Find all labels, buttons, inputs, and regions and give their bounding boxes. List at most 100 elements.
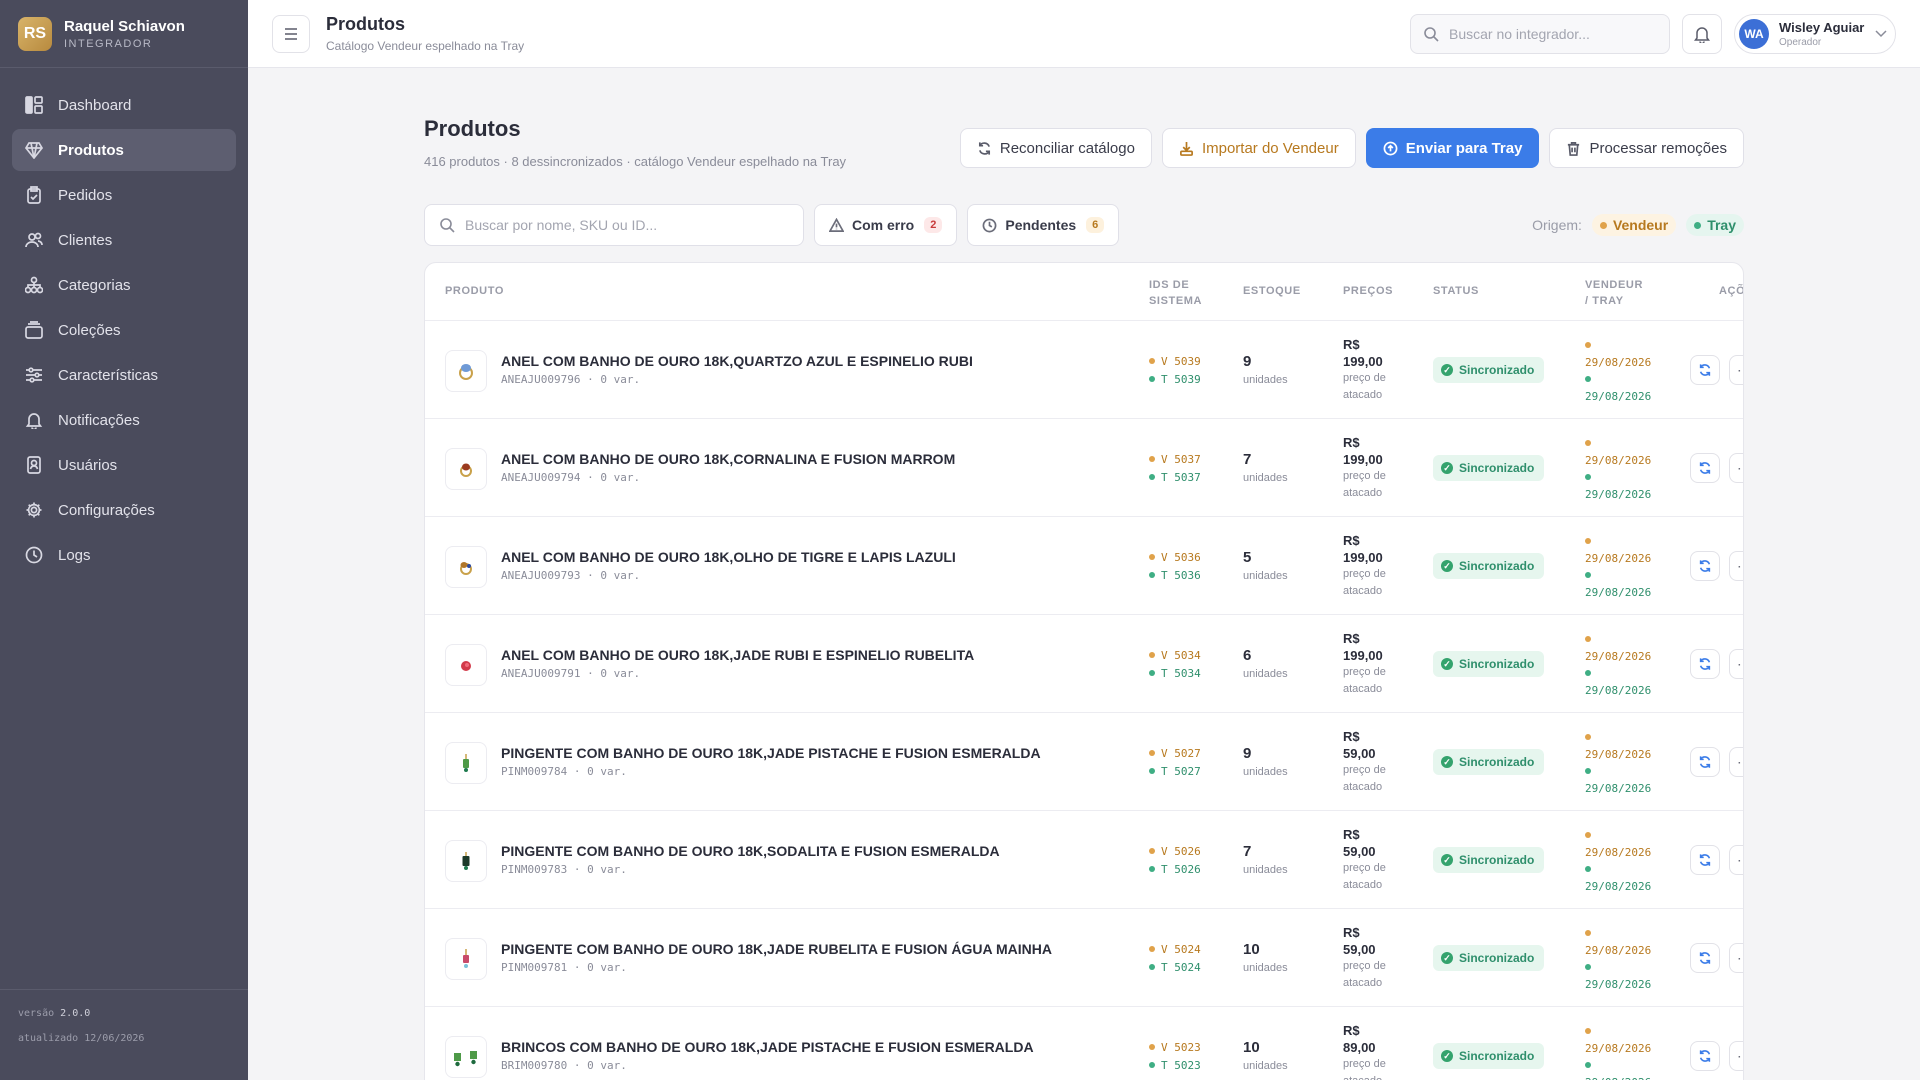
- earrings-green-icon: [454, 1051, 477, 1067]
- global-search-input[interactable]: [1449, 26, 1649, 42]
- sync-row-button[interactable]: [1690, 845, 1720, 875]
- vendeur-id: V 5023: [1149, 1039, 1201, 1057]
- status-badge: ✓ Sincronizado: [1433, 749, 1545, 775]
- price-note: preço de atacado: [1343, 960, 1386, 989]
- user-menu[interactable]: WA Wisley Aguiar Operador: [1734, 14, 1896, 54]
- hamburger-icon: [285, 27, 297, 40]
- sync-row-button[interactable]: [1690, 943, 1720, 973]
- ring-blue-icon: [459, 364, 473, 380]
- stock-value: 7: [1243, 843, 1252, 860]
- more-actions-button[interactable]: ⋯: [1729, 845, 1743, 875]
- more-actions-button[interactable]: ⋯: [1729, 1041, 1743, 1071]
- product-search[interactable]: [424, 204, 804, 246]
- warning-icon: [829, 217, 844, 232]
- price-currency: R$: [1343, 631, 1360, 646]
- version-label: versão: [18, 1008, 55, 1019]
- reconcile-button[interactable]: Reconciliar catálogo: [959, 128, 1152, 168]
- remove-label: Processar remoções: [1589, 139, 1727, 157]
- global-search[interactable]: [1410, 14, 1670, 54]
- tray-date: 29/08/2026: [1585, 1074, 1651, 1080]
- more-actions-button[interactable]: ⋯: [1729, 453, 1743, 483]
- filter-error-count: 2: [924, 217, 943, 233]
- stock-unit: unidades: [1243, 570, 1288, 582]
- sidebar-item-label: Configurações: [58, 501, 155, 519]
- status-label: Sincronizado: [1459, 657, 1535, 671]
- more-actions-button[interactable]: ⋯: [1729, 943, 1743, 973]
- tray-id: T 5037: [1149, 469, 1201, 487]
- clock-icon: [982, 218, 997, 232]
- table-row[interactable]: ANEL COM BANHO DE OURO 18K,OLHO DE TIGRE…: [425, 517, 1743, 615]
- sidebar-item-categorias[interactable]: Categorias: [12, 264, 236, 306]
- more-actions-button[interactable]: ⋯: [1729, 649, 1743, 679]
- menu-toggle-button[interactable]: [272, 14, 310, 53]
- list-toolbar: Com erro 2 Pendentes 6 Origem: Vendeur T…: [424, 204, 1744, 248]
- sidebar-item-notificacoes[interactable]: Notificações: [12, 399, 236, 441]
- filter-with-error[interactable]: Com erro 2: [814, 204, 958, 246]
- stock-cell: 9 unidades: [1243, 353, 1288, 386]
- product-sku: BRIM009780 · 0 var.: [501, 1059, 627, 1072]
- table-row[interactable]: PINGENTE COM BANHO DE OURO 18K,SODALITA …: [425, 811, 1743, 909]
- product-search-input[interactable]: [465, 217, 785, 233]
- stock-value: 5: [1243, 549, 1252, 566]
- stock-cell: 5 unidades: [1243, 549, 1288, 582]
- sidebar-item-colecoes[interactable]: Coleções: [12, 309, 236, 351]
- ring-red-icon: [461, 661, 471, 671]
- table-row[interactable]: ANEL COM BANHO DE OURO 18K,JADE RUBI E E…: [425, 615, 1743, 713]
- price-cell: R$ 59,00 preço de atacado: [1343, 924, 1413, 992]
- sidebar-item-caracteristicas[interactable]: Características: [12, 354, 236, 396]
- tray-id: T 5026: [1149, 861, 1201, 879]
- sidebar-item-label: Características: [58, 366, 159, 384]
- upload-circle-icon: [1383, 141, 1398, 155]
- status-label: Sincronizado: [1459, 461, 1535, 475]
- table-row[interactable]: BRINCOS COM BANHO DE OURO 18K,JADE PISTA…: [425, 1007, 1743, 1080]
- sidebar-item-pedidos[interactable]: Pedidos: [12, 174, 236, 216]
- sidebar-item-clientes[interactable]: Clientes: [12, 219, 236, 261]
- status-label: Sincronizado: [1459, 363, 1535, 377]
- price-currency: R$: [1343, 729, 1360, 744]
- check-circle-icon: ✓: [1441, 952, 1453, 964]
- notifications-button[interactable]: [1682, 14, 1722, 54]
- send-to-tray-button[interactable]: Enviar para Tray: [1365, 128, 1540, 168]
- sync-row-button[interactable]: [1690, 453, 1720, 483]
- check-circle-icon: ✓: [1441, 1050, 1453, 1062]
- stock-unit: unidades: [1243, 668, 1288, 680]
- product-name: ANEL COM BANHO DE OURO 18K,OLHO DE TIGRE…: [501, 549, 956, 565]
- sync-row-button[interactable]: [1690, 551, 1720, 581]
- filter-pending[interactable]: Pendentes 6: [967, 204, 1120, 246]
- table-row[interactable]: ANEL COM BANHO DE OURO 18K,CORNALINA E F…: [425, 419, 1743, 517]
- import-button[interactable]: Importar do Vendeur: [1161, 128, 1356, 168]
- price-currency: R$: [1343, 925, 1360, 940]
- sync-row-button[interactable]: [1690, 355, 1720, 385]
- more-actions-button[interactable]: ⋯: [1729, 747, 1743, 777]
- more-actions-button[interactable]: ⋯: [1729, 551, 1743, 581]
- price-note: preço de atacado: [1343, 568, 1386, 597]
- sidebar-item-usuarios[interactable]: Usuários: [12, 444, 236, 486]
- tray-id: T 5036: [1149, 567, 1201, 585]
- sidebar-item-produtos[interactable]: Produtos: [12, 129, 236, 171]
- stock-value: 10: [1243, 941, 1260, 958]
- system-ids: V 5036 T 5036: [1149, 549, 1201, 585]
- table-row[interactable]: PINGENTE COM BANHO DE OURO 18K,JADE PIST…: [425, 713, 1743, 811]
- sync-row-button[interactable]: [1690, 649, 1720, 679]
- bell-icon: [24, 410, 44, 430]
- tray-id: T 5034: [1149, 665, 1201, 683]
- header-product: PRODUTO: [445, 285, 505, 297]
- brand: RS Raquel Schiavon INTEGRADOR: [0, 0, 248, 68]
- process-removals-button[interactable]: Processar remoções: [1549, 128, 1744, 168]
- sync-row-button[interactable]: [1690, 747, 1720, 777]
- sync-dates: 29/08/2026 29/08/2026: [1585, 435, 1651, 503]
- ring-brown-icon: [460, 463, 472, 477]
- system-ids: V 5023 T 5023: [1149, 1039, 1201, 1075]
- check-circle-icon: ✓: [1441, 364, 1453, 376]
- table-row[interactable]: PINGENTE COM BANHO DE OURO 18K,JADE RUBE…: [425, 909, 1743, 1007]
- table-row[interactable]: ANEL COM BANHO DE OURO 18K,QUARTZO AZUL …: [425, 321, 1743, 419]
- vendeur-date: 29/08/2026: [1585, 1042, 1652, 1055]
- more-actions-button[interactable]: ⋯: [1729, 355, 1743, 385]
- sidebar-item-dashboard[interactable]: Dashboard: [12, 84, 236, 126]
- sync-row-button[interactable]: [1690, 1041, 1720, 1071]
- sidebar-item-logs[interactable]: Logs: [12, 534, 236, 576]
- status-badge: ✓ Sincronizado: [1433, 1043, 1545, 1069]
- sidebar-item-configuracoes[interactable]: Configurações: [12, 489, 236, 531]
- tray-date: 29/08/2026: [1585, 390, 1652, 403]
- system-ids: V 5026 T 5026: [1149, 843, 1201, 879]
